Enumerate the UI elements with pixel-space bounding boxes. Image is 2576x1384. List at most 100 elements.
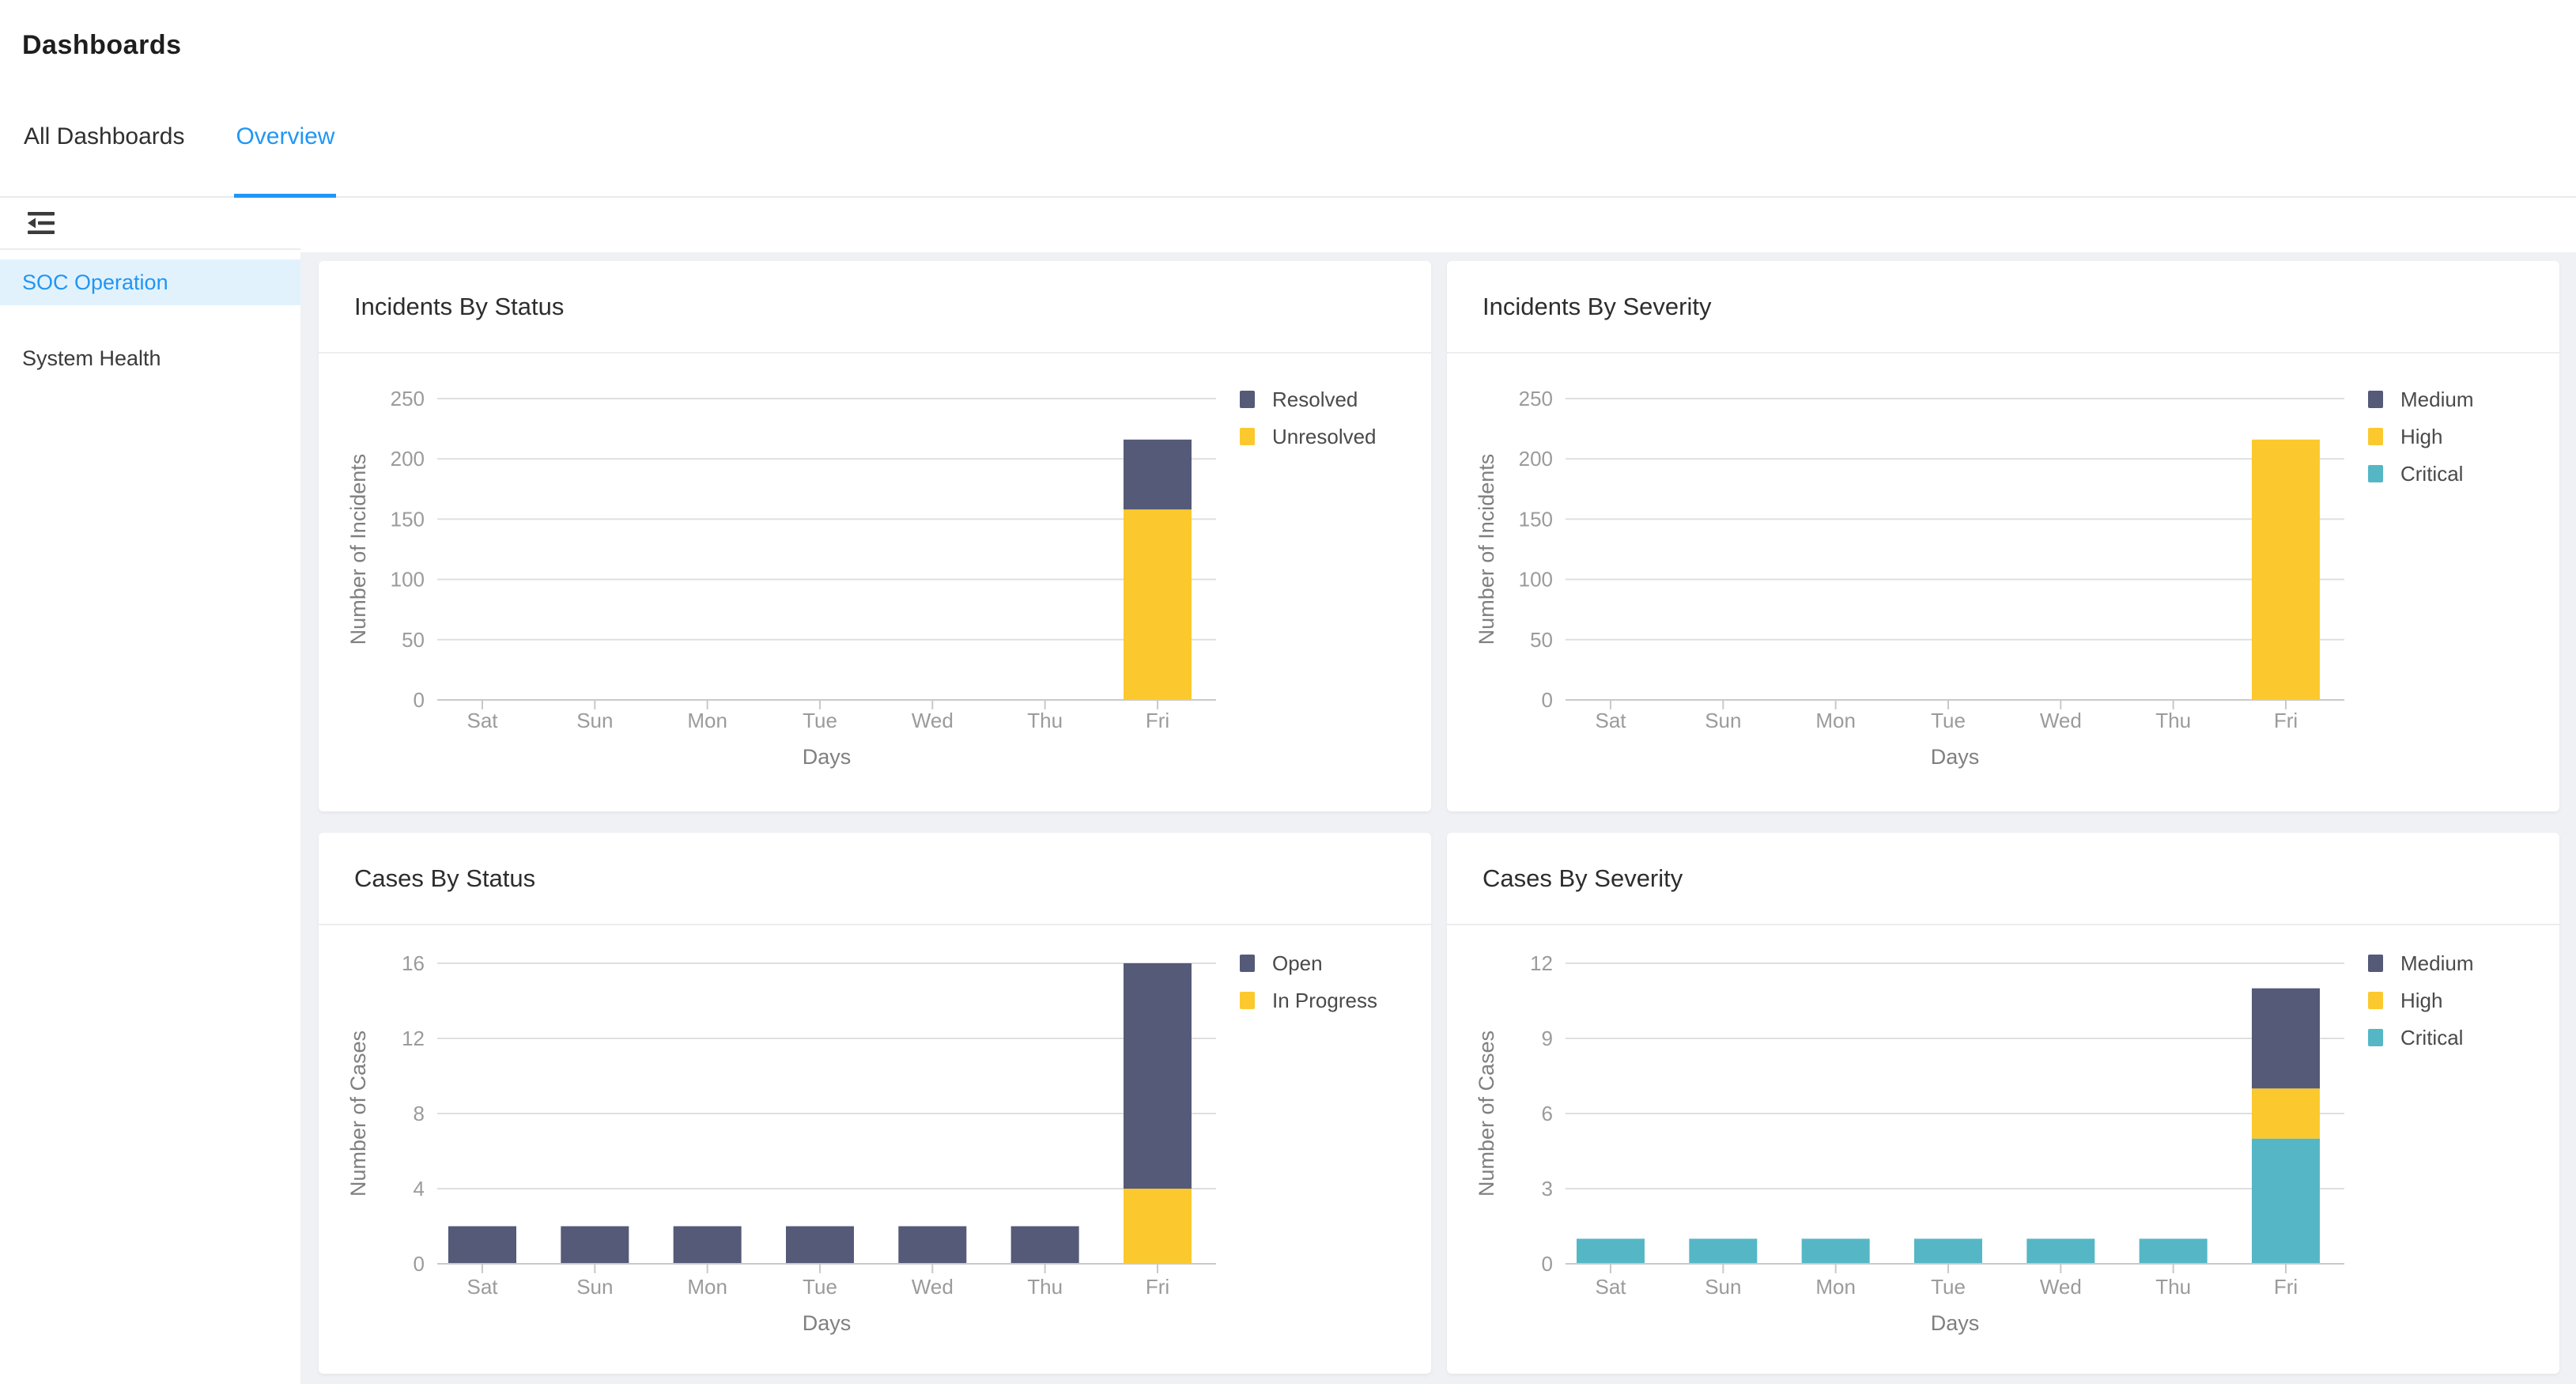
- x-tick-label: Fri: [2274, 709, 2298, 732]
- x-tick-label: Sat: [1595, 709, 1626, 732]
- legend-item-open[interactable]: Open: [1240, 951, 1323, 975]
- y-tick-label: 0: [1542, 688, 1553, 712]
- y-tick-label: 250: [1519, 387, 1553, 410]
- sidebar-toolbar: [0, 198, 300, 250]
- legend-item-resolved[interactable]: Resolved: [1240, 388, 1358, 411]
- y-tick-label: 100: [1519, 568, 1553, 592]
- legend-item-critical[interactable]: Critical: [2368, 462, 2463, 486]
- y-tick-label: 9: [1542, 1027, 1553, 1050]
- x-tick-label: Sat: [466, 709, 498, 732]
- chart-body: 0481216SatSunMonTueWedThuFriNumber of Ca…: [319, 925, 1431, 1372]
- bar-segment-critical: [1914, 1238, 1982, 1264]
- legend-item-medium[interactable]: Medium: [2368, 388, 2473, 411]
- content-area: Incidents By Status 0 50 100 150 200 250 Sat Su…: [300, 198, 2576, 1384]
- legend-label: High: [2400, 989, 2442, 1012]
- legend-swatch: [2368, 428, 2383, 445]
- sidebar-item-soc-operation[interactable]: SOC Operation: [0, 259, 300, 305]
- x-tick-label: Tue: [1931, 709, 1966, 732]
- x-tick-label: Wed: [2040, 709, 2082, 732]
- legend-swatch: [2368, 955, 2383, 972]
- bar-segment-high: [2252, 440, 2320, 700]
- x-tick-label: Wed: [2040, 1275, 2082, 1299]
- x-tick-label: Thu: [1027, 709, 1063, 732]
- legend-item-critical[interactable]: Critical: [2368, 1026, 2463, 1049]
- y-tick-label: 0: [1542, 1252, 1553, 1276]
- y-tick-label: 150: [1519, 507, 1553, 531]
- tab-overview[interactable]: Overview: [234, 123, 336, 198]
- app-header: Dashboards All Dashboards Overview: [0, 0, 2576, 198]
- legend-item-unresolved[interactable]: Unresolved: [1240, 425, 1377, 448]
- legend-label: Medium: [2400, 388, 2473, 411]
- legend-item-in-progress[interactable]: In Progress: [1240, 989, 1377, 1012]
- x-tick-label: Mon: [1815, 709, 1856, 732]
- x-tick-label: Mon: [687, 709, 727, 732]
- y-tick-label: 200: [1519, 447, 1553, 471]
- bar-segment-high: [2252, 1088, 2320, 1138]
- main-area: SOC Operation System Health Incidents By…: [0, 198, 2576, 1384]
- bar-segment-medium: [2252, 989, 2320, 1089]
- legend-label: Open: [1272, 951, 1323, 975]
- bar-segment-critical: [1689, 1238, 1757, 1264]
- card-cases-by-severity: Cases By Severity 036912SatSunMonTueWedT…: [1447, 833, 2559, 1374]
- legend-item-high[interactable]: High: [2368, 425, 2442, 448]
- x-tick-label: Sun: [1705, 709, 1741, 732]
- bar-segment-open: [1124, 963, 1192, 1189]
- y-tick-label: 12: [402, 1027, 425, 1050]
- legend-swatch: [1240, 428, 1255, 445]
- bar-segment-resolved: [1124, 440, 1192, 509]
- x-tick-label: Fri: [1146, 709, 1169, 732]
- chart-title: Cases By Status: [319, 833, 1431, 925]
- legend-label: Unresolved: [1272, 425, 1377, 448]
- tab-all-dashboards[interactable]: All Dashboards: [22, 123, 186, 198]
- x-tick-label: Tue: [1931, 1275, 1966, 1299]
- card-incidents-by-status: Incidents By Status 050100150200250SatSu…: [319, 261, 1431, 811]
- chart-canvas-cases-by-status: 0481216SatSunMonTueWedThuFriNumber of Ca…: [319, 925, 1431, 1372]
- chart-canvas-cases-by-severity: 036912SatSunMonTueWedThuFriNumber of Cas…: [1447, 925, 2559, 1372]
- x-tick-label: Wed: [912, 709, 954, 732]
- chart-title: Cases By Severity: [1447, 833, 2559, 925]
- bar-segment-critical: [1802, 1238, 1870, 1264]
- legend-label: In Progress: [1272, 989, 1377, 1012]
- x-tick-label: Mon: [687, 1275, 727, 1299]
- x-axis-title: Days: [1931, 745, 1980, 769]
- menu-fold-icon[interactable]: [24, 207, 59, 239]
- bar-segment-open: [561, 1227, 629, 1265]
- y-tick-label: 3: [1542, 1177, 1553, 1201]
- y-tick-label: 0: [414, 688, 425, 712]
- y-axis-title: Number of Incidents: [346, 454, 370, 645]
- y-tick-label: 0: [414, 1252, 425, 1276]
- y-tick-label: 6: [1542, 1102, 1553, 1125]
- y-axis-title: Number of Cases: [346, 1030, 370, 1197]
- y-axis-title: Number of Cases: [1475, 1030, 1498, 1197]
- chart-body: 036912SatSunMonTueWedThuFriNumber of Cas…: [1447, 925, 2559, 1372]
- page-title: Dashboards: [22, 30, 182, 61]
- x-tick-label: Tue: [803, 709, 837, 732]
- chart-body: 050100150200250SatSunMonTueWedThuFriNumb…: [319, 354, 1431, 810]
- chart-canvas-incidents-by-status: 050100150200250SatSunMonTueWedThuFriNumb…: [319, 354, 1431, 810]
- sidebar-item-system-health[interactable]: System Health: [0, 335, 300, 381]
- y-tick-label: 50: [402, 628, 425, 652]
- card-cases-by-status: Cases By Status 0481216SatSunMonTueWedTh…: [319, 833, 1431, 1374]
- card-incidents-by-severity: Incidents By Severity 0 50 100 150 200 250 Sat…: [1447, 261, 2559, 811]
- x-axis-title: Days: [1931, 1311, 1980, 1335]
- content-toolbar-strip: [300, 198, 2576, 252]
- y-tick-label: 50: [1530, 628, 1553, 652]
- chart-title: Incidents By Status: [319, 261, 1431, 354]
- legend-swatch: [2368, 465, 2383, 482]
- bar-segment-open: [674, 1227, 742, 1265]
- x-tick-label: Sun: [576, 709, 613, 732]
- legend-swatch: [2368, 992, 2383, 1009]
- y-axis-title: Number of Incidents: [1475, 454, 1498, 645]
- y-tick-label: 150: [391, 507, 425, 531]
- legend-item-medium[interactable]: Medium: [2368, 951, 2473, 975]
- y-tick-label: 12: [1530, 951, 1553, 975]
- legend-item-high[interactable]: High: [2368, 989, 2442, 1012]
- bar-segment-critical: [1577, 1238, 1645, 1264]
- chart-title: Incidents By Severity: [1447, 261, 2559, 354]
- legend-swatch: [2368, 391, 2383, 408]
- sidebar: SOC Operation System Health: [0, 198, 300, 1384]
- bar-segment-critical: [2026, 1238, 2094, 1264]
- tab-bar: All Dashboards Overview: [22, 123, 336, 198]
- x-tick-label: Thu: [2155, 709, 2191, 732]
- x-tick-label: Sat: [1595, 1275, 1626, 1299]
